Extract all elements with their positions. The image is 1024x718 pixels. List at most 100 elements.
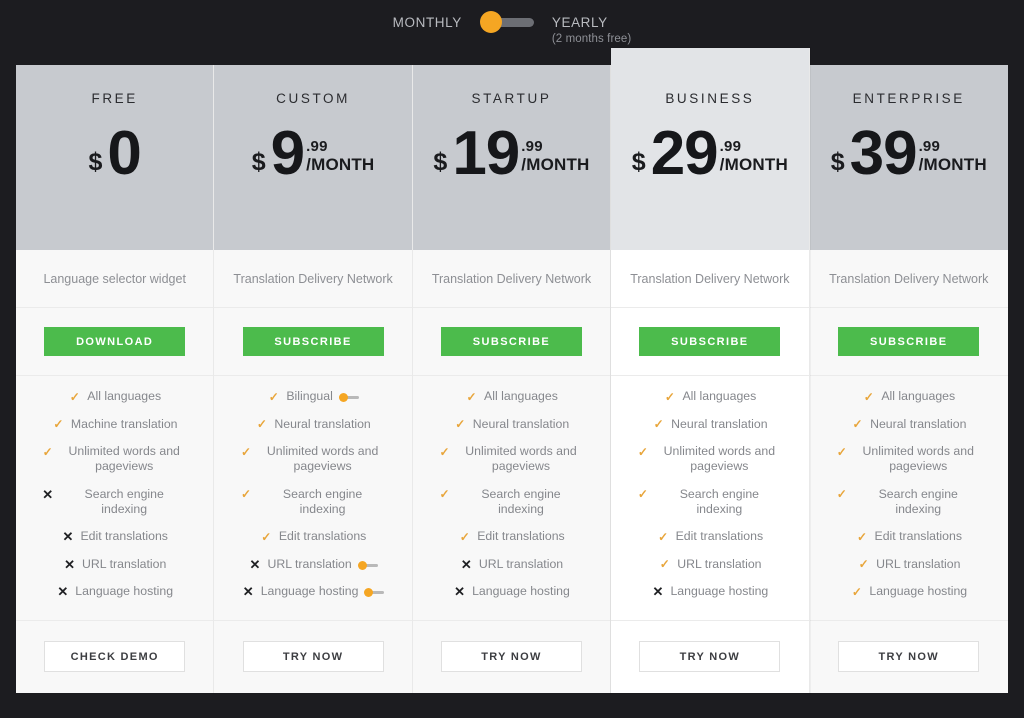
- pricing-plan-business: BUSINESS $29.99/MONTH Translation Delivery…: [611, 48, 810, 693]
- pricing-plan-startup: STARTUP $19.99/MONTH Translation Delivery …: [412, 65, 612, 693]
- feature-label: Bilingual: [286, 389, 333, 403]
- feature-item: ✓ All languages: [419, 389, 604, 404]
- plan-name: BUSINESS: [665, 91, 755, 106]
- plan-cta-button[interactable]: SUBSCRIBE: [440, 327, 582, 356]
- plan-price: $0: [16, 123, 213, 184]
- plan-header: ENTERPRISE $39.99/MONTH: [809, 65, 1008, 250]
- cross-icon: ✕: [64, 556, 75, 572]
- check-icon: ✓: [653, 417, 664, 431]
- plan-footer-row: TRY NOW: [214, 619, 412, 693]
- feature-item: ✓ Unlimited words and pageviews: [220, 444, 405, 474]
- cross-icon: ✕: [652, 584, 664, 599]
- feature-item: ✓ URL translation: [816, 557, 1002, 572]
- feature-label: Unlimited words and pageviews: [862, 444, 974, 473]
- check-icon: ✓: [863, 389, 874, 404]
- feature-item: ✓ Edit translations: [617, 529, 802, 544]
- check-icon: ✓: [241, 487, 252, 501]
- feature-label: Edit translations: [874, 529, 963, 543]
- feature-label: All languages: [881, 389, 956, 403]
- check-icon: ✓: [42, 444, 53, 459]
- feature-item: ✓ Machine translation: [22, 417, 207, 432]
- billing-switch[interactable]: [479, 11, 534, 33]
- feature-label: Unlimited words and pageviews: [663, 444, 776, 473]
- feature-label: All languages: [484, 389, 558, 403]
- check-icon: ✓: [659, 557, 670, 571]
- feature-label: Language hosting: [260, 584, 359, 598]
- check-icon: ✓: [53, 417, 64, 431]
- check-icon: ✓: [439, 487, 450, 501]
- plan-price: $29.99/MONTH: [611, 123, 808, 184]
- feature-item: ✓ Bilingual: [220, 389, 405, 404]
- feature-toggle-icon[interactable]: [338, 393, 359, 402]
- plan-feature-list: ✓ Bilingual ✓ Neural translation ✓ Unlimited …: [214, 376, 411, 620]
- check-icon: ✓: [241, 444, 252, 459]
- check-icon: ✓: [69, 389, 80, 404]
- feature-item: ✓ Neural translation: [617, 417, 802, 432]
- feature-label: Search engine indexing: [878, 486, 958, 516]
- plan-footer-row: CHECK DEMO: [16, 619, 214, 693]
- feature-item: ✕ URL translation: [22, 557, 207, 572]
- plan-cta-button[interactable]: SUBSCRIBE: [838, 327, 980, 356]
- plan-name: ENTERPRISE: [852, 91, 965, 106]
- check-icon: ✓: [836, 444, 847, 459]
- price-currency-symbol: $: [830, 148, 845, 176]
- feature-item: ✓ Unlimited words and pageviews: [816, 444, 1002, 474]
- price-currency-symbol: $: [251, 148, 266, 176]
- plan-cta-row: SUBSCRIBE: [214, 308, 412, 376]
- feature-item: ✓ Search engine indexing: [220, 487, 405, 517]
- feature-item: ✕ Language hosting: [617, 584, 802, 599]
- feature-label: Unlimited words and pageviews: [266, 444, 379, 473]
- feature-item: ✓ Search engine indexing: [816, 487, 1002, 517]
- plan-cta-button[interactable]: SUBSCRIBE: [639, 327, 781, 356]
- feature-label: Search engine indexing: [282, 486, 363, 516]
- price-currency-symbol: $: [631, 148, 646, 176]
- feature-toggle-knob-icon: [357, 560, 367, 570]
- feature-toggle-icon[interactable]: [364, 588, 385, 597]
- check-icon: ✓: [256, 417, 267, 431]
- billing-monthly-label[interactable]: MONTHLY: [393, 11, 462, 31]
- check-icon: ✓: [851, 584, 862, 599]
- feature-label: Search engine indexing: [84, 486, 164, 516]
- plan-header: CUSTOM $9.99/MONTH: [214, 65, 412, 250]
- billing-yearly-block[interactable]: YEARLY (2 months free): [552, 11, 631, 47]
- check-icon: ✓: [261, 529, 272, 544]
- plan-secondary-button[interactable]: TRY NOW: [838, 641, 980, 672]
- check-icon: ✓: [836, 487, 847, 501]
- feature-label: Edit translations: [675, 529, 764, 543]
- cross-icon: ✕: [460, 556, 472, 572]
- price-period: /MONTH: [306, 155, 375, 174]
- feature-label: Search engine indexing: [679, 486, 760, 516]
- feature-label: Edit translations: [278, 529, 367, 543]
- plan-price: $9.99/MONTH: [214, 123, 411, 184]
- feature-item: ✓ All languages: [816, 389, 1002, 404]
- check-icon: ✓: [268, 389, 279, 404]
- feature-item: ✓ Neural translation: [220, 417, 405, 432]
- check-icon: ✓: [455, 417, 466, 431]
- plan-cta-button[interactable]: DOWNLOAD: [44, 327, 186, 356]
- feature-item: ✓ Search engine indexing: [617, 487, 802, 517]
- price-currency-symbol: $: [88, 148, 103, 176]
- plan-cta-row: SUBSCRIBE: [809, 308, 1008, 376]
- cross-icon: ✕: [249, 556, 261, 572]
- cross-icon: ✕: [454, 584, 466, 599]
- billing-yearly-label[interactable]: YEARLY: [552, 15, 608, 30]
- plan-secondary-button[interactable]: TRY NOW: [639, 641, 781, 672]
- pricing-table: FREE $0 Language selector widget DOWNLOAD ✓ A…: [16, 48, 1008, 693]
- plan-name: STARTUP: [471, 91, 552, 106]
- feature-toggle-icon[interactable]: [357, 560, 378, 570]
- plan-secondary-button[interactable]: CHECK DEMO: [44, 641, 186, 672]
- switch-knob-icon[interactable]: [479, 11, 502, 33]
- feature-label: Machine translation: [70, 416, 178, 431]
- plan-name: CUSTOM: [276, 91, 351, 106]
- plan-subtitle: Language selector widget: [16, 250, 214, 308]
- plan-footer-row: TRY NOW: [611, 619, 809, 693]
- billing-period-toggle[interactable]: MONTHLY YEARLY (2 months free): [0, 0, 1024, 65]
- plan-feature-list: ✓ All languages ✓ Neural translation ✓ Unlimi…: [810, 376, 1008, 620]
- plan-secondary-button[interactable]: TRY NOW: [242, 641, 384, 672]
- plan-secondary-button[interactable]: TRY NOW: [440, 641, 582, 672]
- price-period: /MONTH: [521, 155, 590, 174]
- plan-cta-button[interactable]: SUBSCRIBE: [242, 327, 384, 356]
- pricing-plan-free: FREE $0 Language selector widget DOWNLOAD ✓ A…: [16, 65, 215, 693]
- check-icon: ✓: [658, 529, 669, 544]
- feature-label: Edit translations: [477, 529, 565, 543]
